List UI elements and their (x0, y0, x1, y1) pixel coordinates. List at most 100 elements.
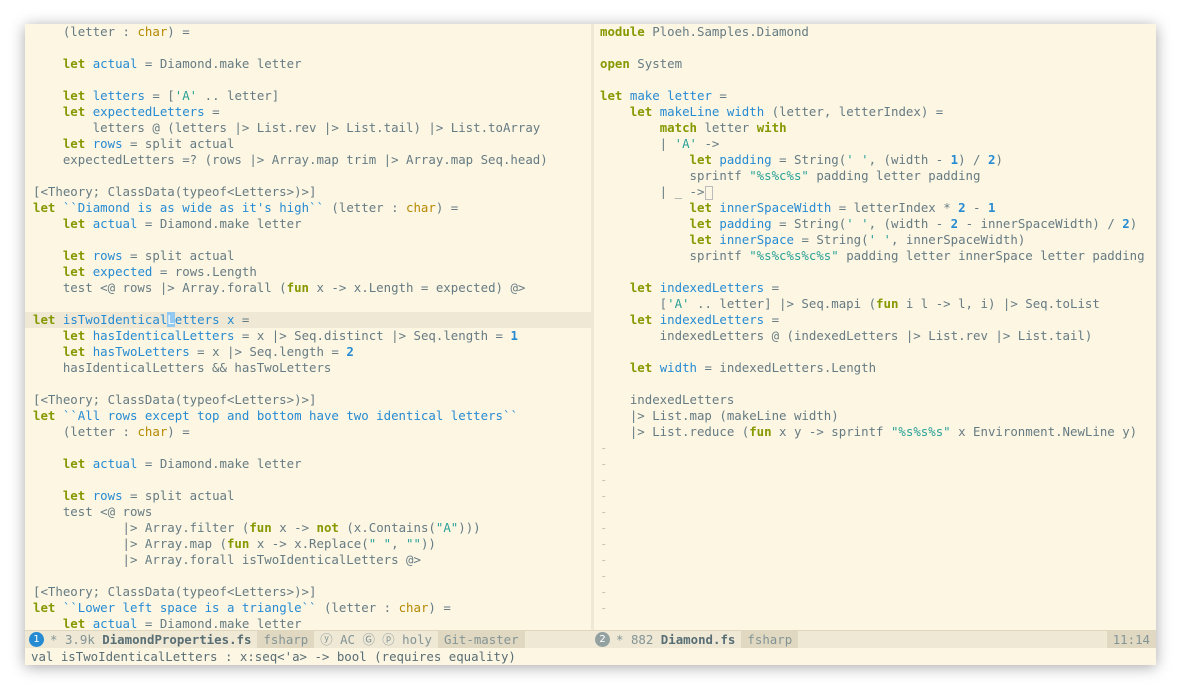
empty-line-marker: - (600, 504, 608, 519)
code-line[interactable]: let ``Diamond is as wide as it's high`` … (25, 200, 591, 216)
right-modeline[interactable]: 2 * 882 Diamond.fs fsharp 11:14 (591, 630, 1156, 648)
code-line[interactable] (25, 296, 591, 312)
code-line[interactable]: let expected = rows.Length (25, 264, 591, 280)
code-line[interactable]: indexedLetters @ (indexedLetters |> List… (594, 328, 1156, 344)
empty-line-marker: - (600, 440, 608, 455)
code-line[interactable]: match letter with (594, 120, 1156, 136)
code-line[interactable]: let actual = Diamond.make letter (25, 216, 591, 232)
code-line[interactable] (594, 264, 1156, 280)
code-line[interactable]: let width = indexedLetters.Length (594, 360, 1156, 376)
empty-line-marker: - (600, 472, 608, 487)
code-line[interactable]: let actual = Diamond.make letter (25, 56, 591, 72)
left-code-area[interactable]: (letter : char) = let actual = Diamond.m… (25, 24, 591, 630)
code-line[interactable]: (letter : char) = (25, 424, 591, 440)
code-line[interactable]: let makeLine width (letter, letterIndex)… (594, 104, 1156, 120)
code-line[interactable]: |> Array.forall isTwoIdenticalLetters @> (25, 552, 591, 568)
code-line[interactable]: test <@ rows (25, 504, 591, 520)
cursor-position: 11:14 (1106, 631, 1156, 648)
code-line[interactable]: |> List.reduce (fun x y -> sprintf "%s%s… (594, 424, 1156, 440)
code-line[interactable]: let ``All rows except top and bottom hav… (25, 408, 591, 424)
code-line[interactable] (25, 72, 591, 88)
whitespace-indicator (705, 185, 714, 200)
code-line[interactable]: sprintf "%s%c%s%c%s" padding letter inne… (594, 248, 1156, 264)
code-line[interactable]: let make letter = (594, 88, 1156, 104)
code-line[interactable]: open System (594, 56, 1156, 72)
code-line[interactable] (594, 344, 1156, 360)
text-cursor: L (167, 312, 175, 327)
code-line[interactable]: let indexedLetters = (594, 280, 1156, 296)
major-mode[interactable]: fsharp (741, 631, 799, 648)
code-line[interactable] (25, 40, 591, 56)
code-line[interactable] (594, 40, 1156, 56)
code-line[interactable]: let innerSpace = String(' ', innerSpaceW… (594, 232, 1156, 248)
right-code-area[interactable]: module Ploeh.Samples.Diamond open System… (594, 24, 1156, 616)
code-line[interactable]: let rows = split actual (25, 136, 591, 152)
code-line[interactable]: [<Theory; ClassData(typeof<Letters>)>] (25, 392, 591, 408)
code-line[interactable]: |> Array.filter (fun x -> not (x.Contain… (25, 520, 591, 536)
buffer-info: * 3.9k DiamondProperties.fs (44, 631, 257, 648)
empty-line-marker: - (600, 520, 608, 535)
minor-modes[interactable]: ⓨ AC Ⓖ ⓟ holy (314, 631, 438, 648)
empty-line-marker: - (600, 568, 608, 583)
echo-area: val isTwoIdenticalLetters : x:seq<'a> ->… (25, 648, 1156, 665)
code-line[interactable]: | 'A' -> (594, 136, 1156, 152)
code-line[interactable]: | _ -> (594, 184, 1156, 200)
code-line[interactable] (25, 568, 591, 584)
buffer-size: 882 (630, 632, 654, 647)
buffer-filename[interactable]: Diamond.fs (661, 631, 736, 648)
code-line[interactable] (25, 440, 591, 456)
code-line[interactable] (594, 376, 1156, 392)
code-line[interactable] (594, 72, 1156, 88)
code-line[interactable]: let hasTwoLetters = x |> Seq.length = 2 (25, 344, 591, 360)
code-line[interactable]: [<Theory; ClassData(typeof<Letters>)>] (25, 584, 591, 600)
code-line[interactable]: let hasIdenticalLetters = x |> Seq.disti… (25, 328, 591, 344)
code-line[interactable]: let expectedLetters = (25, 104, 591, 120)
code-line[interactable] (25, 168, 591, 184)
code-line[interactable] (25, 376, 591, 392)
right-editor-pane[interactable]: module Ploeh.Samples.Diamond open System… (594, 24, 1156, 630)
vcs-branch[interactable]: Git-master (438, 631, 525, 648)
window-number-badge: 2 (595, 632, 610, 647)
buffer-size: 3.9k (64, 632, 95, 647)
code-line[interactable]: ['A' .. letter] |> Seq.mapi (fun i l -> … (594, 296, 1156, 312)
empty-line-marker: - (600, 456, 608, 471)
empty-line-marker: - (600, 584, 608, 599)
code-line[interactable]: letters @ (letters |> List.rev |> List.t… (25, 120, 591, 136)
code-line[interactable]: (letter : char) = (25, 24, 591, 40)
modified-indicator: * (50, 632, 58, 647)
left-modeline[interactable]: 1 * 3.9k DiamondProperties.fs fsharp ⓨ A… (25, 630, 591, 648)
window-number-badge: 1 (29, 632, 44, 647)
code-line[interactable]: let rows = split actual (25, 248, 591, 264)
code-line[interactable]: let ``Lower left space is a triangle`` (… (25, 600, 591, 616)
code-line[interactable]: module Ploeh.Samples.Diamond (594, 24, 1156, 40)
buffer-filename[interactable]: DiamondProperties.fs (102, 631, 251, 648)
code-line[interactable]: let innerSpaceWidth = letterIndex * 2 - … (594, 200, 1156, 216)
code-line[interactable]: let indexedLetters = (594, 312, 1156, 328)
left-editor-pane[interactable]: (letter : char) = let actual = Diamond.m… (25, 24, 591, 630)
code-line[interactable]: let rows = split actual (25, 488, 591, 504)
code-line[interactable]: |> Array.map (fun x -> x.Replace(" ", ""… (25, 536, 591, 552)
code-line[interactable]: let actual = Diamond.make letter (25, 456, 591, 472)
code-line[interactable]: indexedLetters (594, 392, 1156, 408)
buffer-info: * 882 Diamond.fs (610, 631, 741, 648)
code-line[interactable]: let actual = Diamond.make letter (25, 616, 591, 630)
code-line[interactable] (25, 472, 591, 488)
code-line[interactable]: hasIdenticalLetters && hasTwoLetters (25, 360, 591, 376)
code-line[interactable]: let isTwoIdenticalLetters x = (25, 312, 591, 328)
emacs-window: (letter : char) = let actual = Diamond.m… (25, 24, 1156, 665)
code-line[interactable]: let padding = String(' ', (width - 2 - i… (594, 216, 1156, 232)
code-line[interactable]: let letters = ['A' .. letter] (25, 88, 591, 104)
empty-line-marker: - (600, 536, 608, 551)
code-line[interactable]: test <@ rows |> Array.forall (fun x -> x… (25, 280, 591, 296)
code-line[interactable]: expectedLetters =? (rows |> Array.map tr… (25, 152, 591, 168)
code-line[interactable] (25, 232, 591, 248)
empty-line-marker: - (600, 488, 608, 503)
empty-line-marker: - (600, 552, 608, 567)
empty-line-marker: - (600, 600, 608, 615)
code-line[interactable]: sprintf "%s%c%s" padding letter padding (594, 168, 1156, 184)
modified-indicator: * (616, 632, 624, 647)
code-line[interactable]: |> List.map (makeLine width) (594, 408, 1156, 424)
major-mode[interactable]: fsharp (257, 631, 315, 648)
code-line[interactable]: let padding = String(' ', (width - 1) / … (594, 152, 1156, 168)
code-line[interactable]: [<Theory; ClassData(typeof<Letters>)>] (25, 184, 591, 200)
